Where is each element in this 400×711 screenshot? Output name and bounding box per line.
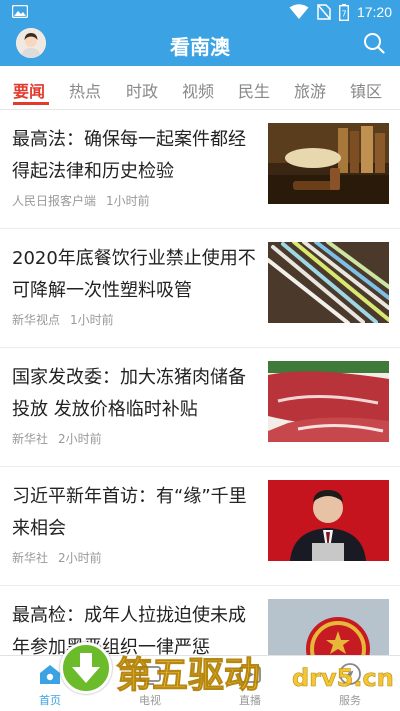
nav-live-label: 直播 <box>239 694 261 707</box>
news-source: 新华社 <box>12 432 49 446</box>
category-tabs: 要闻 热点 时政 视频 民生 旅游 镇区 <box>0 66 400 110</box>
speaker-podium-image[interactable] <box>268 480 389 561</box>
search-icon[interactable] <box>362 31 386 55</box>
news-meta: 新华视点 1小时前 <box>12 311 114 328</box>
news-source: 人民日报客户端 <box>12 194 97 208</box>
bottom-nav: 首页 电视 直播 服务 <box>0 655 400 711</box>
app-bar: 看南澳 <box>0 24 400 66</box>
live-icon <box>239 666 261 683</box>
nav-services-label: 服务 <box>339 694 361 707</box>
news-meta: 人民日报客户端 1小时前 <box>12 192 150 209</box>
app-title: 看南澳 <box>170 35 230 59</box>
nav-live[interactable]: 直播 <box>200 656 300 711</box>
news-time: 2小时前 <box>58 432 102 446</box>
tv-icon <box>139 666 161 685</box>
nav-home-label: 首页 <box>39 694 61 707</box>
battery-level: 7 <box>341 9 346 18</box>
nav-services[interactable]: 服务 <box>300 656 400 711</box>
tab-important[interactable]: 要闻 <box>13 78 45 102</box>
tab-livelihood[interactable]: 民生 <box>238 78 270 102</box>
gavel-books-image[interactable] <box>268 123 389 204</box>
news-item[interactable]: 2020年底餐饮行业禁止使用不可降解一次性塑料吸管 新华视点 1小时前 <box>0 230 400 348</box>
news-item[interactable]: 最高检：成年人拉拢迫使未成年参加黑恶组织一律严惩 <box>0 587 400 680</box>
nav-tv-label: 电视 <box>139 694 161 707</box>
status-time: 17:20 <box>356 4 392 20</box>
gallery-icon <box>12 5 28 18</box>
news-time: 1小时前 <box>70 313 114 327</box>
news-time: 1小时前 <box>106 194 150 208</box>
news-meta: 新华社 2小时前 <box>12 549 102 566</box>
tab-travel[interactable]: 旅游 <box>294 78 326 102</box>
tab-video[interactable]: 视频 <box>182 78 214 102</box>
plastic-straws-image[interactable] <box>268 242 389 323</box>
raw-pork-image[interactable] <box>268 361 389 442</box>
news-item[interactable]: 最高法：确保每一起案件都经得起法律和历史检验 人民日报客户端 1小时前 <box>0 111 400 229</box>
tab-politics[interactable]: 时政 <box>126 78 158 102</box>
news-item[interactable]: 国家发改委：加大冻猪肉储备投放 发放价格临时补贴 新华社 2小时前 <box>0 349 400 467</box>
news-time: 2小时前 <box>58 551 102 565</box>
news-source: 新华社 <box>12 551 49 565</box>
nav-tv[interactable]: 电视 <box>100 656 200 711</box>
news-item[interactable]: 习近平新年首访：有“缘”千里来相会 新华社 2小时前 <box>0 468 400 586</box>
nav-home[interactable]: 首页 <box>0 656 100 711</box>
no-sim-icon <box>317 4 331 20</box>
news-headline[interactable]: 2020年底餐饮行业禁止使用不可降解一次性塑料吸管 <box>12 243 258 307</box>
tab-hot[interactable]: 热点 <box>69 78 101 102</box>
compass-icon <box>339 663 361 685</box>
tab-towns[interactable]: 镇区 <box>350 78 382 102</box>
news-headline[interactable]: 国家发改委：加大冻猪肉储备投放 发放价格临时补贴 <box>12 362 258 426</box>
status-bar: 7 17:20 <box>0 0 400 24</box>
news-source: 新华视点 <box>12 313 61 327</box>
home-icon <box>40 665 60 684</box>
battery-icon: 7 <box>338 3 349 21</box>
news-meta: 新华社 2小时前 <box>12 430 102 447</box>
wifi-icon <box>289 4 309 19</box>
active-tab-indicator <box>13 102 49 105</box>
news-headline[interactable]: 习近平新年首访：有“缘”千里来相会 <box>12 481 258 545</box>
news-headline[interactable]: 最高法：确保每一起案件都经得起法律和历史检验 <box>12 124 258 188</box>
